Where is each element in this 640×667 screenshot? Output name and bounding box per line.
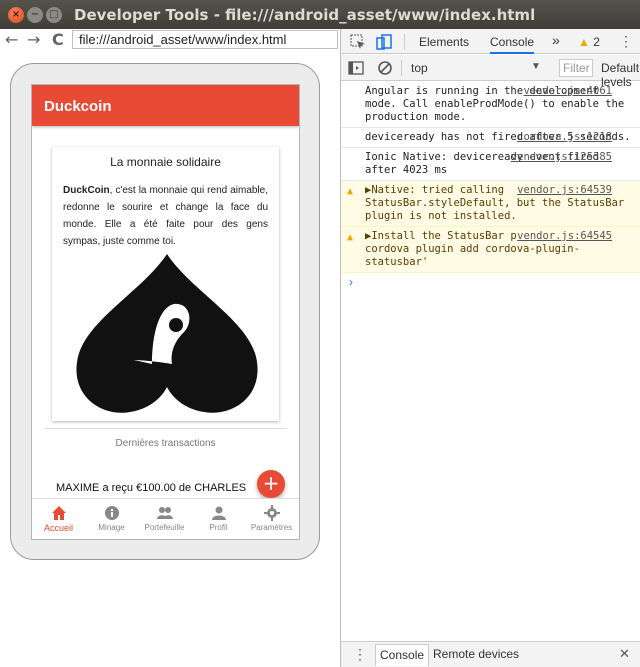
add-fab-button[interactable]: +	[257, 470, 285, 498]
drawer-tab-remote-devices[interactable]: Remote devices	[433, 647, 519, 661]
sidebar-toggle-icon[interactable]	[348, 60, 364, 76]
console-message: Ionic Native: deviceready event fired af…	[341, 148, 640, 181]
window-title: Developer Tools - file:///android_asset/…	[74, 6, 536, 24]
devtools-drawer: ⋮ Console Remote devices ✕	[341, 641, 640, 667]
tab-label: Accueil	[43, 523, 73, 533]
context-selector[interactable]: top	[411, 61, 428, 75]
tab-label: Profil	[209, 523, 228, 532]
source-link[interactable]: vendor.js:125385	[511, 151, 612, 164]
tab-minage[interactable]: Minage	[85, 499, 138, 539]
section-divider	[44, 428, 287, 429]
gear-icon	[263, 505, 280, 521]
warning-icon: ▲	[347, 186, 354, 197]
bottom-tab-bar: Accueil Minage Portefeuille Profil Param…	[32, 498, 299, 539]
reload-button[interactable]: C	[52, 30, 64, 49]
url-bar[interactable]: file:///android_asset/www/index.html	[72, 30, 338, 49]
chevron-down-icon[interactable]: ▼	[531, 61, 541, 72]
clear-console-icon[interactable]	[377, 60, 393, 76]
prompt-chevron-icon: ›	[349, 275, 353, 289]
devtools-tab-bar: Elements Console » ▲ 2 ⋮	[341, 29, 640, 54]
tab-profil[interactable]: Profil	[192, 499, 245, 539]
app-header-title: Duckcoin	[32, 85, 299, 126]
more-tabs-button[interactable]: »	[552, 32, 560, 48]
info-icon	[104, 506, 119, 520]
window-minimize-button[interactable]: −	[27, 7, 43, 23]
console-message: deviceready has not fired after 5 second…	[341, 128, 640, 148]
drawer-close-button[interactable]: ✕	[619, 646, 630, 662]
source-link[interactable]: cordova.js:1218	[517, 131, 612, 144]
forward-button[interactable]: →	[27, 30, 40, 49]
console-prompt[interactable]: ›	[341, 273, 640, 291]
tab-portefeuille[interactable]: Portefeuille	[138, 499, 191, 539]
browser-navbar: ← → C file:///android_asset/www/index.ht…	[0, 29, 340, 51]
console-warning[interactable]: ▲ ▶Install the StatusBar plugin: 'ionic …	[341, 227, 640, 273]
filter-input[interactable]: Filter	[559, 59, 593, 77]
drawer-menu-button[interactable]: ⋮	[353, 646, 367, 663]
console-messages: Angular is running in the development mo…	[341, 82, 640, 291]
tab-label: Minage	[98, 523, 125, 532]
toolbar-separator	[401, 60, 402, 76]
warning-icon: ▲	[347, 232, 354, 243]
warning-count: 2	[593, 35, 600, 49]
console-warning[interactable]: ▲ ▶Native: tried calling StatusBar.style…	[341, 181, 640, 227]
toolbar-separator	[404, 34, 405, 50]
transaction-item[interactable]: MAXIME a reçu €100.00 de CHARLES	[56, 482, 246, 494]
inspect-element-icon[interactable]	[350, 34, 366, 50]
window-maximize-button[interactable]: □	[46, 7, 62, 23]
device-frame: Duckcoin La monnaie solidaire DuckCoin, …	[10, 63, 320, 560]
devtools-pane: Elements Console » ▲ 2 ⋮ top ▼ Filter De…	[341, 29, 640, 667]
source-link[interactable]: vendor.js:64545	[517, 230, 612, 243]
tab-label: Portefeuille	[144, 523, 185, 532]
warnings-badge[interactable]: ▲ 2	[578, 35, 600, 49]
window-close-button[interactable]: ×	[8, 7, 24, 23]
devtools-menu-button[interactable]: ⋮	[619, 33, 633, 50]
source-link[interactable]: vendor.js:4061	[523, 85, 612, 98]
tab-label: Paramètres	[250, 523, 293, 532]
duckcoin-logo-icon	[76, 254, 258, 413]
window-titlebar: × − □ Developer Tools - file:///android_…	[0, 0, 640, 29]
console-message: Angular is running in the development mo…	[341, 82, 640, 128]
warning-icon: ▲	[578, 35, 590, 49]
intro-card: La monnaie solidaire DuckCoin, c'est la …	[52, 147, 279, 421]
brand-name: DuckCoin	[63, 185, 110, 196]
person-icon	[211, 506, 226, 520]
card-title: La monnaie solidaire	[110, 155, 221, 169]
tab-accueil[interactable]: Accueil	[32, 499, 85, 539]
source-link[interactable]: vendor.js:64539	[517, 184, 612, 197]
card-description: DuckCoin, c'est la monnaie qui rend aima…	[63, 182, 268, 250]
tab-elements[interactable]: Elements	[419, 35, 469, 49]
back-button[interactable]: ←	[5, 30, 18, 49]
console-toolbar: top ▼ Filter Default levels	[341, 55, 640, 89]
app-preview-pane: ← → C file:///android_asset/www/index.ht…	[0, 29, 340, 667]
tab-parametres[interactable]: Paramètres	[245, 499, 298, 539]
recent-transactions-label: Dernières transactions	[115, 438, 216, 449]
device-toolbar-icon[interactable]	[376, 34, 392, 50]
device-screen: Duckcoin La monnaie solidaire DuckCoin, …	[31, 84, 300, 540]
home-icon	[51, 506, 66, 520]
tab-console[interactable]: Console	[490, 35, 535, 54]
drawer-tab-console[interactable]: Console	[375, 644, 430, 666]
people-icon	[156, 507, 173, 519]
